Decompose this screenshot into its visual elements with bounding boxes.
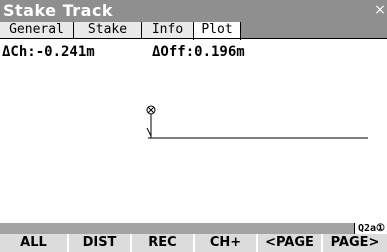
tab-general[interactable]: General <box>0 22 74 38</box>
window-title: Stake Track <box>3 1 114 20</box>
close-icon[interactable]: × <box>373 1 387 19</box>
status-badge: Q2a① <box>353 223 387 234</box>
tab-divider <box>0 38 387 39</box>
delta-ch-value: ΔCh:-0.241m <box>2 44 95 60</box>
softkey-ch-plus[interactable]: CH+ <box>193 234 256 252</box>
tab-bar: General Stake Info Plot <box>0 21 387 40</box>
status-bar <box>0 223 387 234</box>
tab-info[interactable]: Info <box>142 22 194 38</box>
softkey-page-prev[interactable]: <PAGE <box>256 234 321 252</box>
target-crosshair-icon <box>146 105 156 138</box>
softkey-page-next[interactable]: PAGE> <box>321 234 387 252</box>
delta-off-value: ΔOff:0.196m <box>152 44 245 60</box>
title-bar: Stake Track × <box>0 0 387 21</box>
softkey-rec[interactable]: REC <box>130 234 193 252</box>
plot-area <box>0 64 387 224</box>
tab-stake[interactable]: Stake <box>74 22 142 38</box>
softkey-all[interactable]: ALL <box>0 234 67 252</box>
plot-canvas <box>146 105 368 139</box>
softkey-dist[interactable]: DIST <box>67 234 130 252</box>
softkey-bar: ALL DIST REC CH+ <PAGE PAGE> <box>0 234 387 252</box>
